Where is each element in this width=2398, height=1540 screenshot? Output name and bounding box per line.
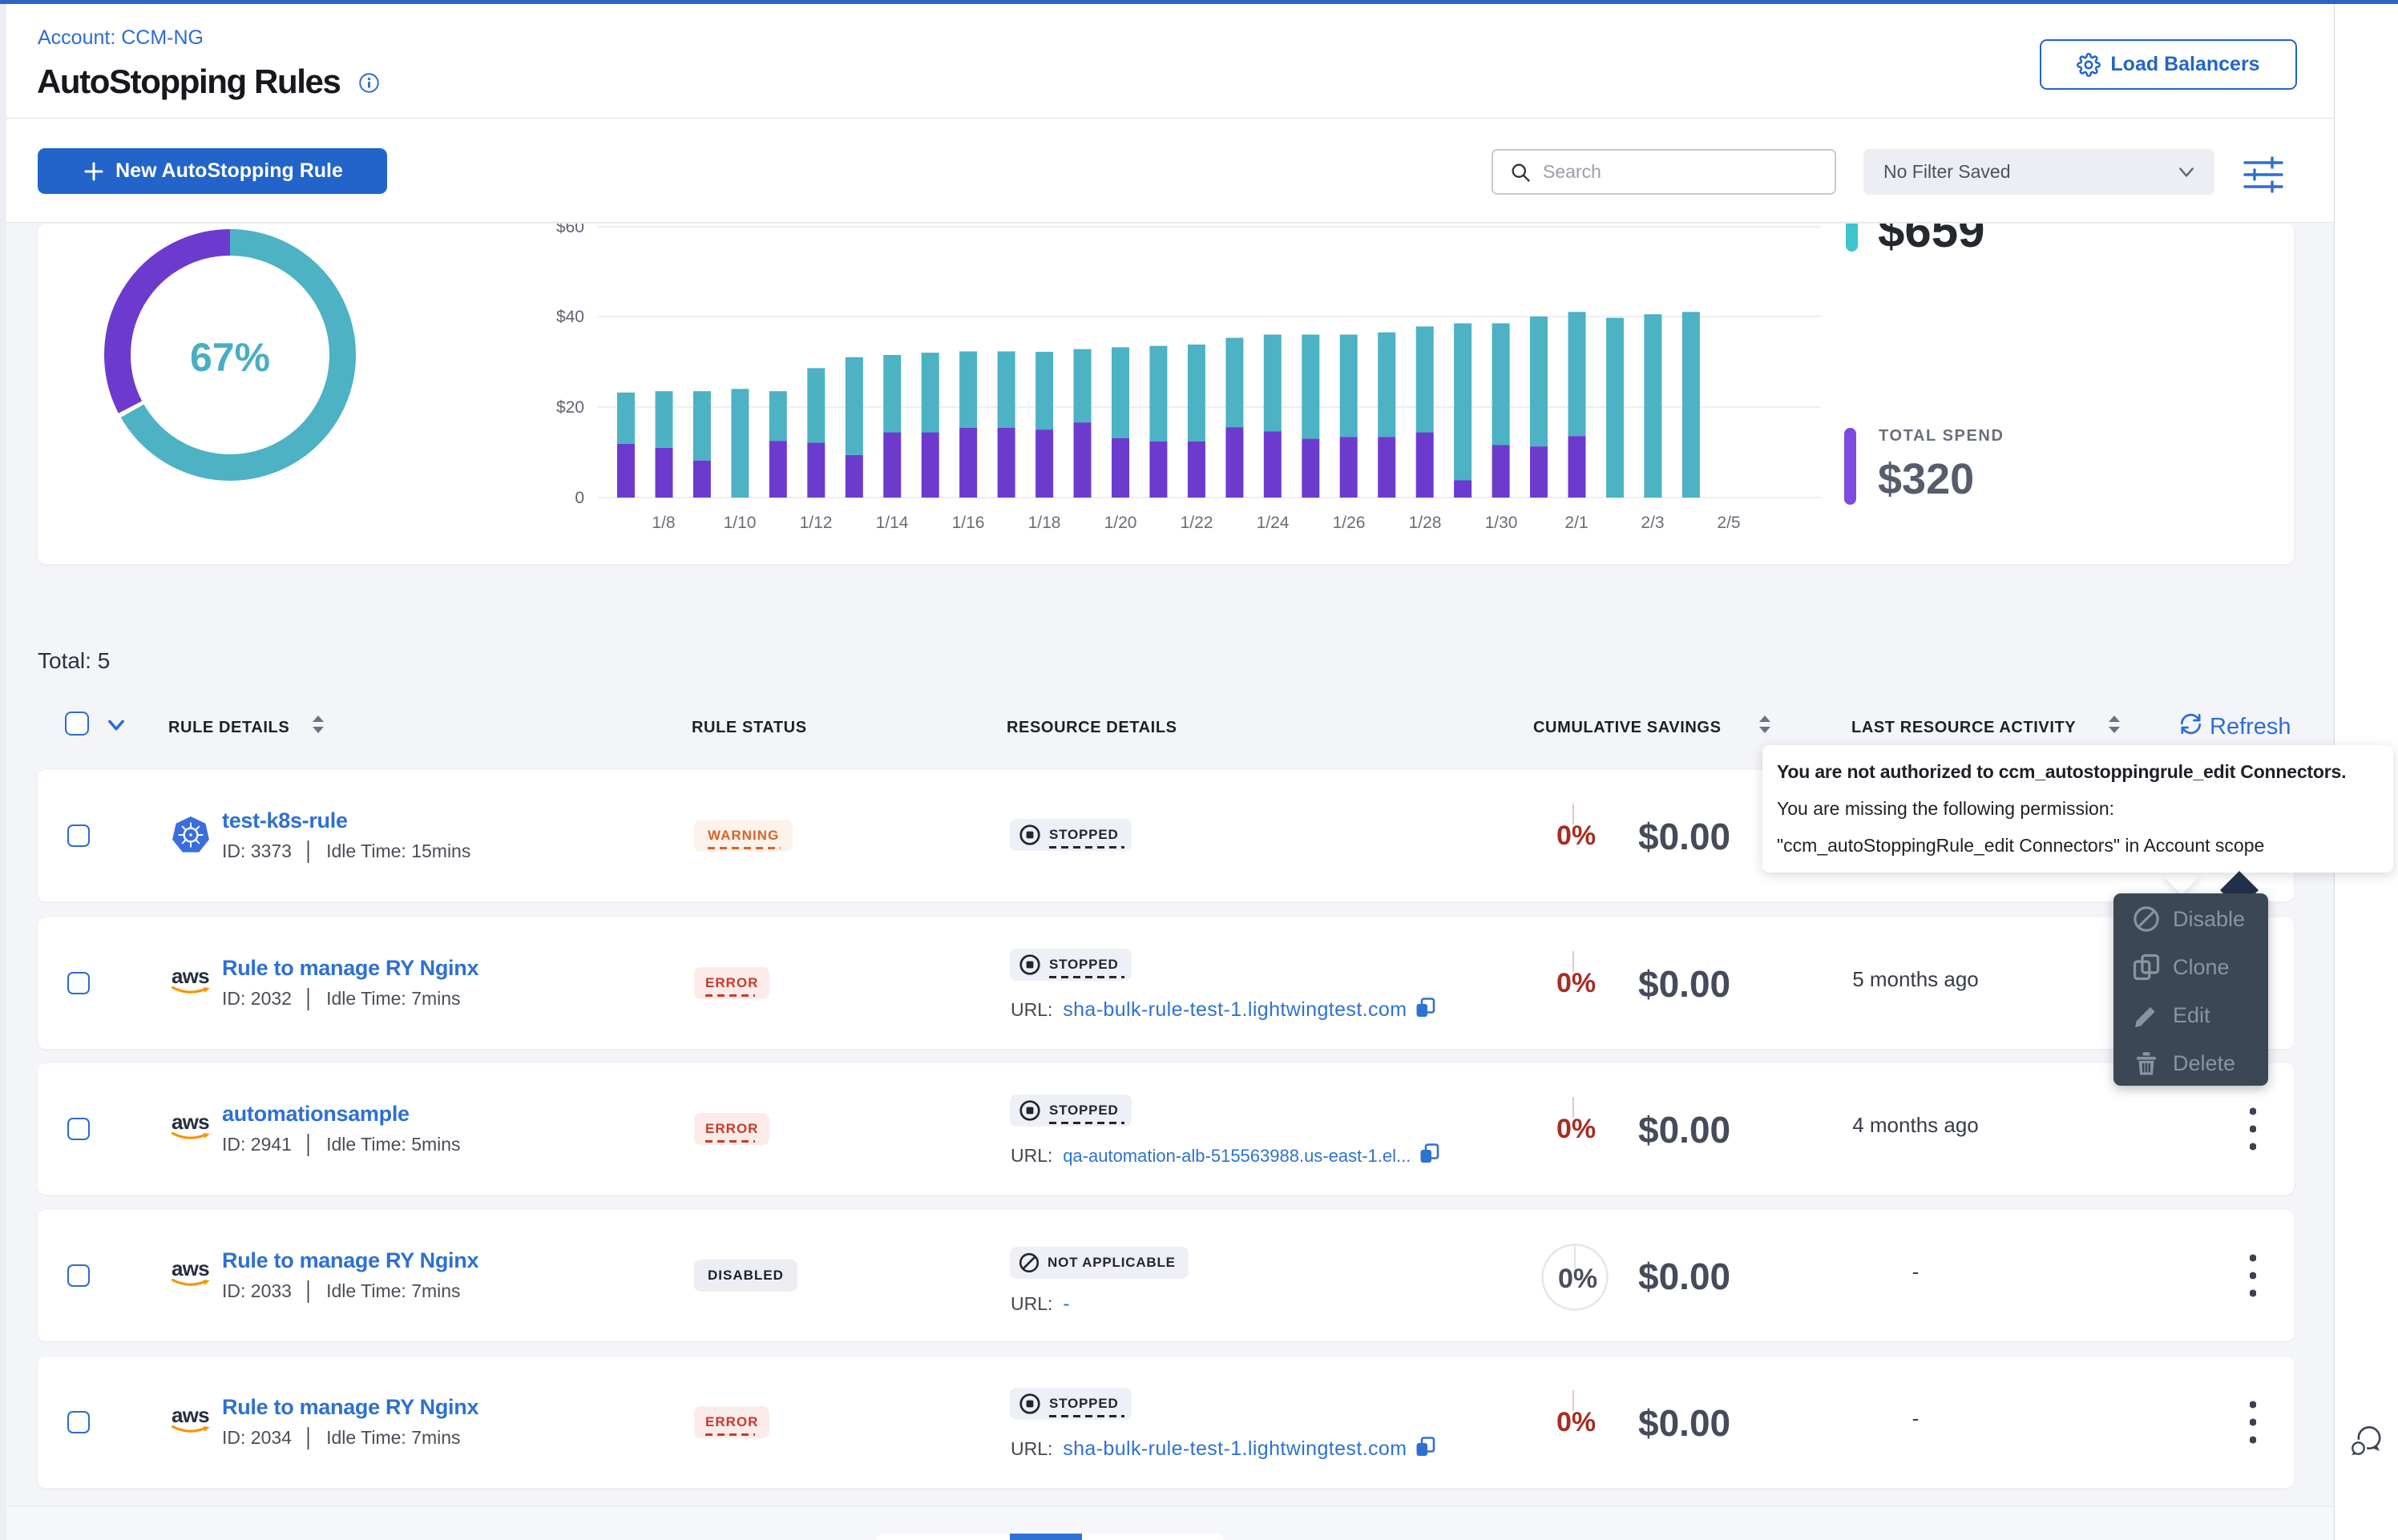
svg-text:1/14: 1/14 xyxy=(876,514,909,532)
svg-text:2/1: 2/1 xyxy=(1564,514,1588,532)
svg-text:1/16: 1/16 xyxy=(952,514,985,532)
svg-text:2/5: 2/5 xyxy=(1717,514,1740,532)
svg-text:aws: aws xyxy=(172,1113,209,1134)
svg-text:1/8: 1/8 xyxy=(652,514,675,532)
svg-text:1/24: 1/24 xyxy=(1257,514,1290,532)
svg-text:2/3: 2/3 xyxy=(1641,514,1664,532)
svg-text:$60: $60 xyxy=(556,224,584,236)
svg-text:1/28: 1/28 xyxy=(1409,514,1442,532)
svg-text:1/12: 1/12 xyxy=(800,514,833,532)
svg-text:aws: aws xyxy=(172,1260,209,1280)
svg-text:aws: aws xyxy=(172,1406,209,1427)
svg-text:1/22: 1/22 xyxy=(1181,514,1213,532)
svg-text:1/20: 1/20 xyxy=(1104,514,1137,532)
svg-text:1/26: 1/26 xyxy=(1333,514,1366,532)
svg-text:0: 0 xyxy=(575,489,584,507)
svg-text:1/30: 1/30 xyxy=(1485,514,1518,532)
svg-text:$20: $20 xyxy=(556,398,584,417)
svg-text:1/18: 1/18 xyxy=(1028,514,1061,532)
svg-text:aws: aws xyxy=(172,967,209,988)
svg-text:$40: $40 xyxy=(556,308,584,326)
svg-text:1/10: 1/10 xyxy=(724,514,757,532)
